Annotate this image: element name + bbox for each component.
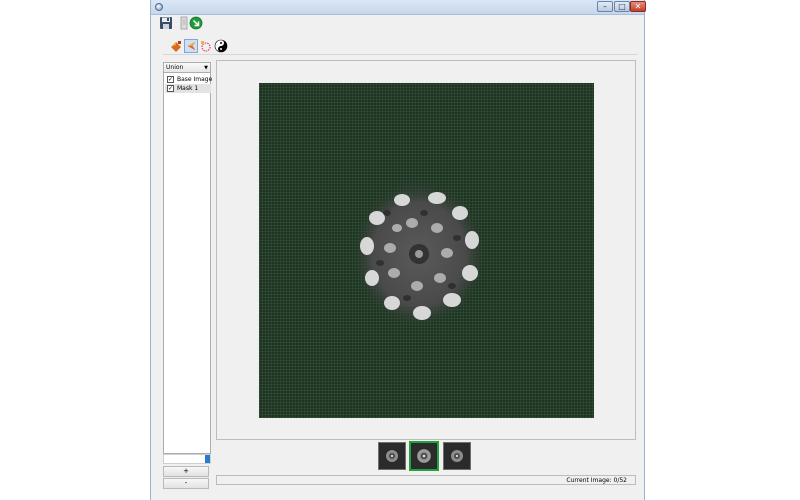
layer-label: Base Image	[177, 76, 213, 83]
scrollbar-thumb[interactable]	[205, 455, 210, 463]
paint-bucket-icon[interactable]	[169, 39, 183, 53]
layer-item-mask-1[interactable]: ✓ Mask 1	[165, 84, 211, 93]
layers-scrollbar[interactable]	[163, 454, 211, 464]
thumbnail-item[interactable]	[443, 442, 471, 470]
thumbnail-item[interactable]	[378, 442, 406, 470]
thumbnail-particle	[451, 450, 463, 462]
chevron-down-icon: ▼	[204, 65, 208, 71]
current-image-status: Current Image: 0/52	[566, 477, 627, 484]
lasso-icon[interactable]	[199, 39, 213, 53]
yin-yang-icon[interactable]	[214, 39, 228, 53]
close-button[interactable]: ✕	[630, 1, 646, 12]
image-viewer	[216, 60, 636, 440]
add-layer-button[interactable]: +	[163, 466, 209, 477]
thumbnail-particle	[386, 450, 398, 462]
remove-layer-button[interactable]: -	[163, 478, 209, 489]
blend-mode-dropdown[interactable]: Union ▼	[164, 63, 210, 73]
blend-mode-value: Union	[166, 64, 184, 71]
status-bar: Current Image: 0/52	[216, 475, 636, 485]
go-icon[interactable]	[189, 16, 203, 30]
maximize-button[interactable]: □	[614, 1, 630, 12]
app-window: – □ ✕ Union ▼ ✓ Base Image ✓ Mask 1 + - …	[150, 0, 646, 500]
minimize-button[interactable]: –	[597, 1, 613, 12]
image-canvas[interactable]	[259, 83, 594, 418]
app-icon	[155, 3, 163, 11]
layer-visibility-checkbox[interactable]: ✓	[167, 76, 174, 83]
save-icon[interactable]	[159, 16, 173, 30]
tool-palette	[163, 38, 638, 55]
thumbnail-particle	[417, 449, 431, 463]
selection-arrow-icon[interactable]	[184, 39, 198, 53]
particle-image	[352, 180, 486, 328]
title-bar: – □ ✕	[151, 0, 646, 15]
layer-label: Mask 1	[177, 85, 199, 92]
layer-visibility-checkbox[interactable]: ✓	[167, 85, 174, 92]
thumbnail-item-active[interactable]	[409, 441, 439, 471]
layers-panel: Union ▼ ✓ Base Image ✓ Mask 1	[163, 62, 213, 454]
layer-item-base-image[interactable]: ✓ Base Image	[165, 75, 213, 84]
